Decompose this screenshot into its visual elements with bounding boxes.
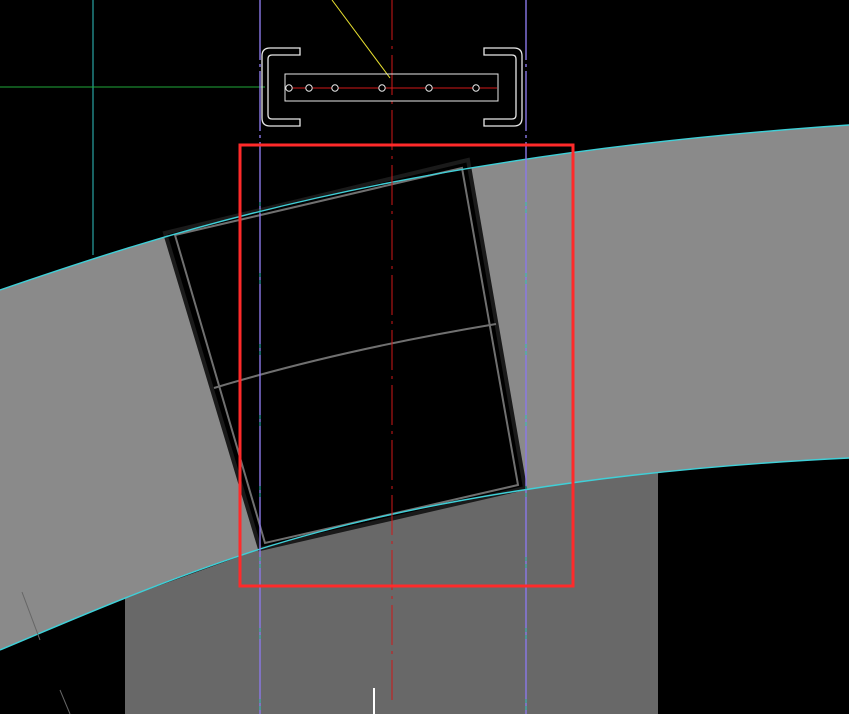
cad-viewport[interactable] [0,0,849,714]
plate-hole [305,84,313,92]
plate-hole [331,84,339,92]
plate-hole [285,84,293,92]
plate-hole [472,84,480,92]
plate-hole [378,84,386,92]
plate-hole [425,84,433,92]
